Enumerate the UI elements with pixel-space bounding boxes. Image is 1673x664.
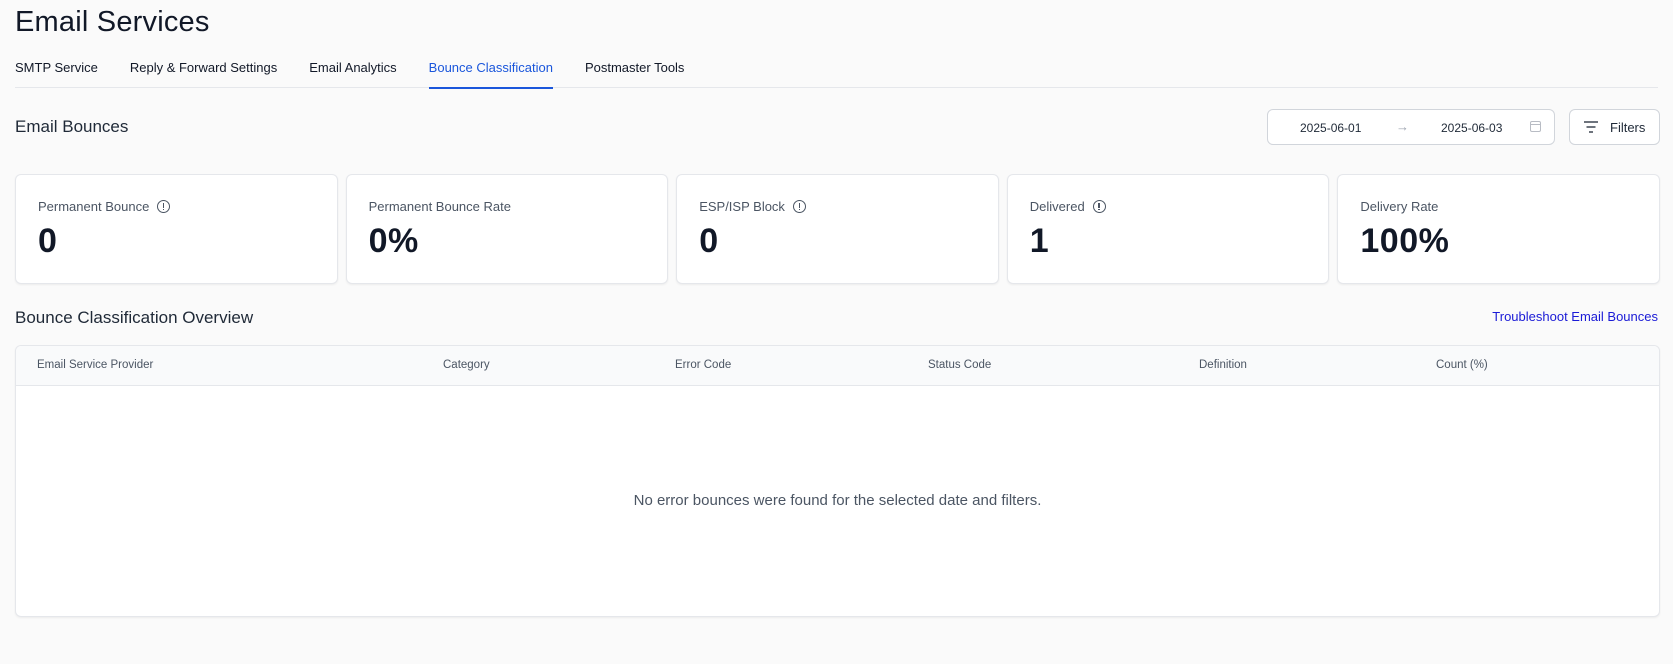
stat-card-delivered: Delivered 1 — [1006, 174, 1330, 284]
stat-value: 0 — [699, 222, 719, 260]
date-from[interactable]: 2025-06-01 — [1300, 121, 1361, 135]
bounce-classification-table: Email Service Provider Category Error Co… — [15, 345, 1660, 617]
troubleshoot-email-bounces-link[interactable]: Troubleshoot Email Bounces — [1492, 309, 1658, 324]
stat-value: 0 — [38, 222, 58, 260]
email-bounces-title: Email Bounces — [15, 117, 129, 136]
stat-cards: Permanent Bounce 0 Permanent Bounce Rate… — [15, 174, 1660, 284]
tab-reply-forward-settings[interactable]: Reply & Forward Settings — [130, 52, 277, 88]
stat-card-permanent-bounce-rate: Permanent Bounce Rate 0% — [345, 174, 669, 284]
tab-bar: SMTP Service Reply & Forward Settings Em… — [15, 52, 1658, 89]
stat-label: Permanent Bounce Rate — [368, 199, 511, 214]
column-header-email-service-provider[interactable]: Email Service Provider — [37, 359, 153, 371]
overview-title: Bounce Classification Overview — [15, 308, 254, 327]
arrow-right-icon: → — [1396, 119, 1409, 134]
stat-label: Delivered — [1029, 199, 1085, 214]
tab-postmaster-tools[interactable]: Postmaster Tools — [585, 52, 684, 88]
column-header-error-code[interactable]: Error Code — [675, 359, 731, 371]
email-services-page: Email Services SMTP Service Reply & Forw… — [0, 0, 1673, 664]
page-title: Email Services — [15, 6, 210, 38]
table-header: Email Service Provider Category Error Co… — [16, 346, 1659, 386]
stat-card-esp-isp-block: ESP/ISP Block 0 — [676, 174, 999, 284]
stat-card-delivery-rate: Delivery Rate 100% — [1337, 174, 1660, 284]
stat-label: Delivery Rate — [1360, 199, 1439, 214]
tab-bounce-classification[interactable]: Bounce Classification — [428, 52, 554, 89]
filter-icon — [1584, 121, 1598, 133]
column-header-category[interactable]: Category — [443, 359, 490, 371]
stat-label: Permanent Bounce — [38, 199, 150, 214]
info-icon[interactable] — [1092, 200, 1106, 213]
stat-value: 100% — [1360, 222, 1450, 260]
stat-label: ESP/ISP Block — [699, 199, 785, 214]
column-header-definition[interactable]: Definition — [1199, 359, 1247, 371]
filters-label: Filters — [1610, 120, 1646, 135]
stat-value: 0% — [368, 222, 419, 260]
tab-email-analytics[interactable]: Email Analytics — [309, 52, 396, 88]
stat-card-permanent-bounce: Permanent Bounce 0 — [15, 174, 338, 284]
column-header-status-code[interactable]: Status Code — [928, 359, 991, 371]
stat-value: 1 — [1029, 222, 1050, 260]
info-icon[interactable] — [157, 200, 171, 213]
tab-smtp-service[interactable]: SMTP Service — [15, 52, 98, 88]
date-to[interactable]: 2025-06-03 — [1441, 121, 1502, 135]
date-range-picker[interactable]: 2025-06-01 → 2025-06-03 — [1267, 109, 1555, 145]
empty-state-message: No error bounces were found for the sele… — [633, 492, 1042, 509]
filters-button[interactable]: Filters — [1569, 109, 1660, 145]
info-icon[interactable] — [792, 200, 806, 213]
column-header-count[interactable]: Count (%) — [1436, 359, 1488, 371]
calendar-icon[interactable] — [1530, 121, 1541, 132]
